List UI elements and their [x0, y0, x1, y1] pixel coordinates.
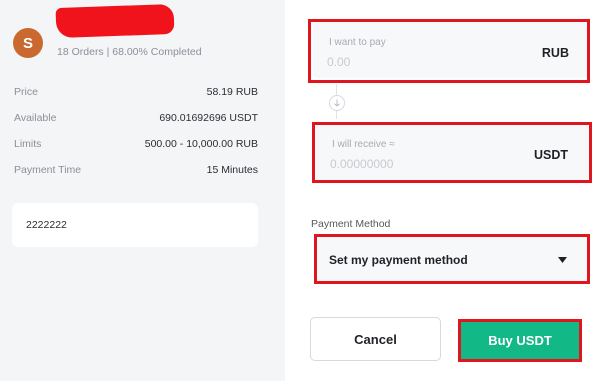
remark-text: 2222222: [26, 219, 67, 231]
receive-label: I will receive ≈: [332, 139, 395, 150]
connector-line-top: [336, 84, 337, 95]
limits-label: Limits: [14, 138, 42, 150]
seller-remark: 2222222: [12, 203, 258, 247]
limits-row: Limits 500.00 - 10,000.00 RUB: [14, 138, 258, 150]
price-label: Price: [14, 86, 38, 98]
available-label: Available: [14, 112, 57, 124]
receive-currency: USDT: [533, 148, 568, 162]
payment-time-row: Payment Time 15 Minutes: [14, 164, 258, 176]
payment-method-value: Set my payment method: [329, 253, 468, 267]
available-value: 690.01692696 USDT: [159, 112, 258, 124]
pay-label: I want to pay: [329, 37, 386, 48]
limits-value: 500.00 - 10,000.00 RUB: [144, 138, 258, 150]
pay-amount-input[interactable]: [327, 55, 497, 69]
price-value: 58.19 RUB: [206, 86, 258, 98]
payment-method-label: Payment Method: [311, 218, 391, 230]
available-row: Available 690.01692696 USDT: [14, 112, 258, 124]
pay-amount-box: I want to pay RUB: [313, 22, 589, 78]
seller-stats: 18 Orders | 68.00% Completed: [57, 46, 202, 58]
caret-down-icon: [558, 257, 567, 263]
avatar: S: [13, 28, 43, 58]
arrow-down-icon: [329, 95, 345, 111]
payment-time-value: 15 Minutes: [206, 164, 258, 176]
buy-usdt-button[interactable]: Buy USDT: [458, 319, 582, 362]
payment-time-label: Payment Time: [14, 164, 82, 176]
cancel-button[interactable]: Cancel: [310, 317, 441, 361]
order-info-panel: S 18 Orders | 68.00% Completed Price 58.…: [0, 0, 285, 381]
connector-line-bottom: [336, 111, 337, 119]
price-row: Price 58.19 RUB: [14, 86, 258, 98]
pay-currency: RUB: [541, 46, 569, 60]
receive-amount-input[interactable]: [330, 157, 500, 171]
payment-method-select[interactable]: Set my payment method: [317, 237, 587, 283]
receive-amount-box: I will receive ≈ USDT: [316, 124, 588, 180]
redacted-seller-name: [55, 3, 175, 39]
